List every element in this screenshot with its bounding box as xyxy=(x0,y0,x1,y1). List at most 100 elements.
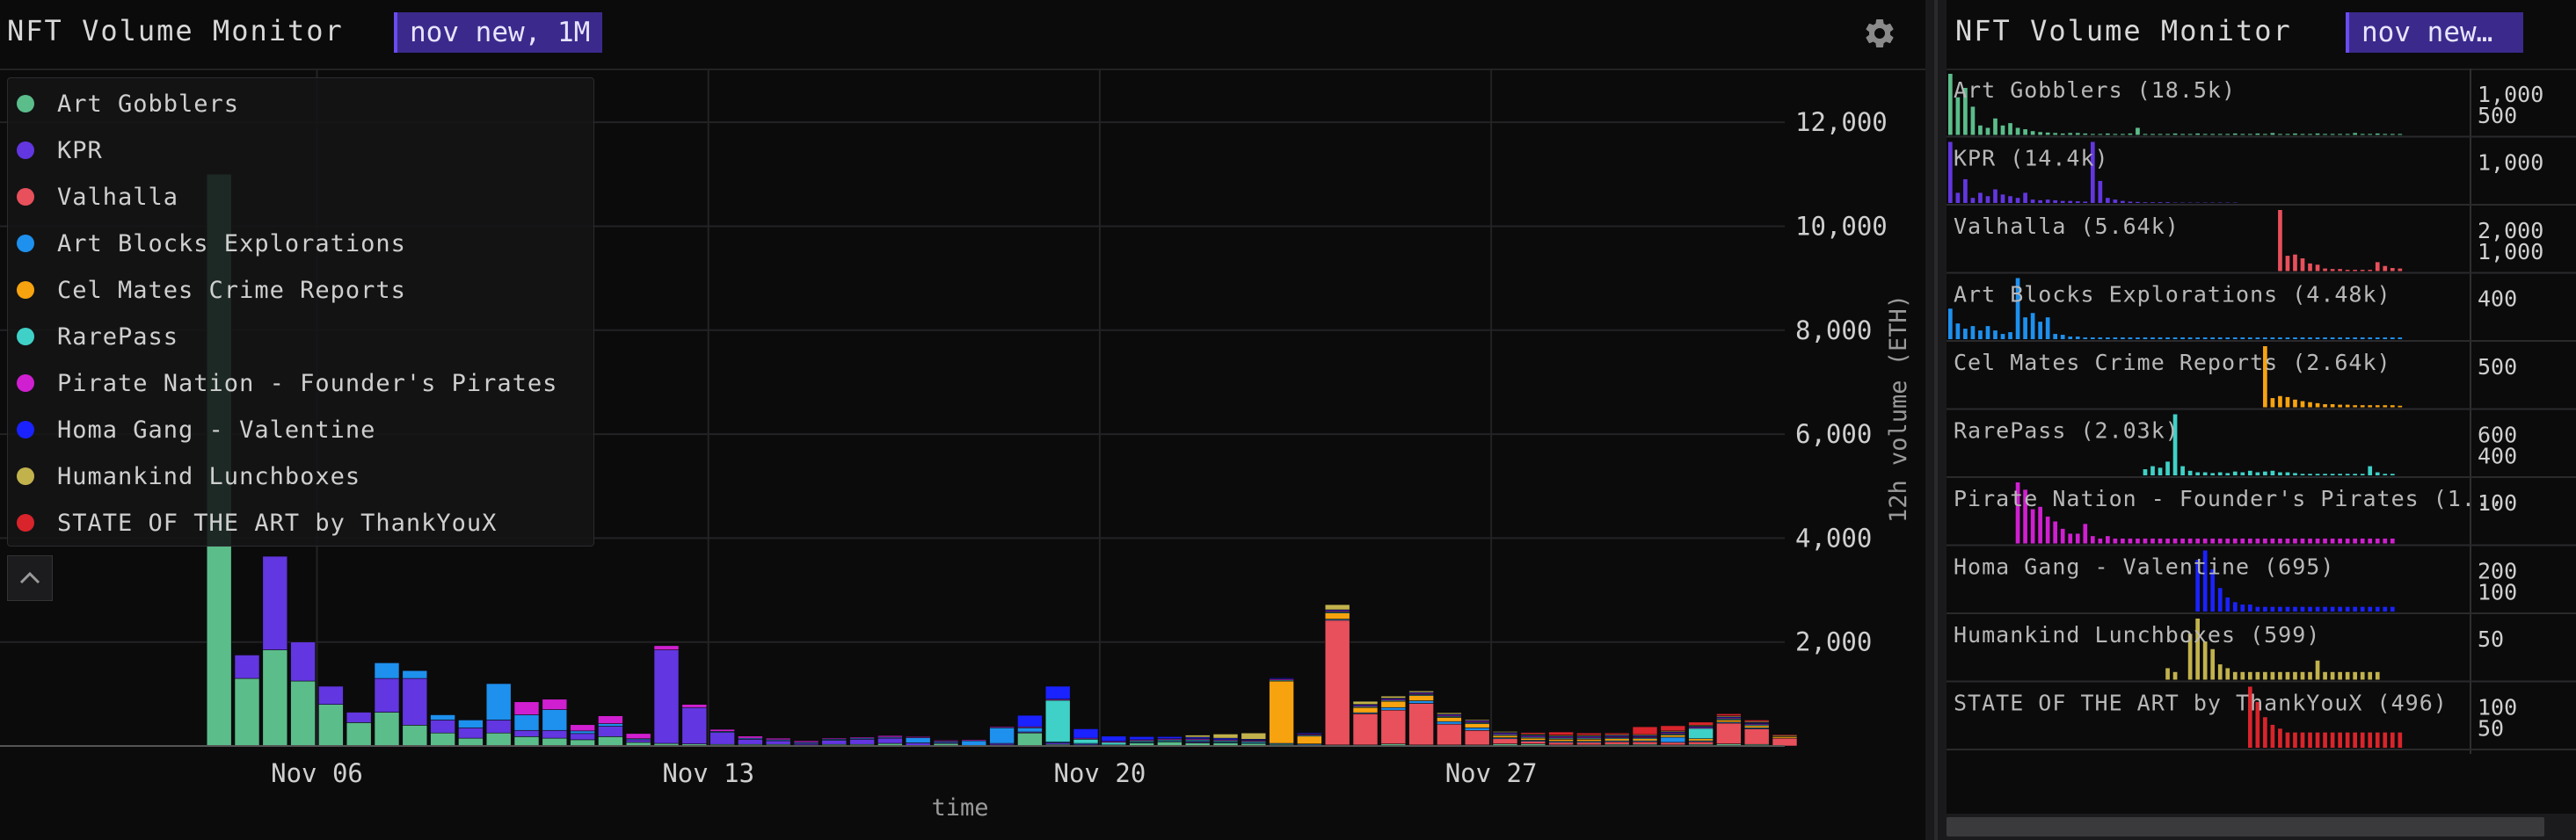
mini-bar[interactable] xyxy=(2330,671,2335,680)
bar-segment[interactable] xyxy=(290,641,316,682)
bar-segment[interactable] xyxy=(374,677,400,713)
mini-bar[interactable] xyxy=(1955,97,1961,135)
mini-bar[interactable] xyxy=(2187,470,2193,475)
bar-segment[interactable] xyxy=(1017,732,1043,747)
mini-bar[interactable] xyxy=(2128,201,2133,203)
mini-bar[interactable] xyxy=(2330,404,2335,408)
mini-bar[interactable] xyxy=(2263,471,2267,475)
mini-bar[interactable] xyxy=(2338,337,2342,339)
mini-bar[interactable] xyxy=(2255,606,2260,612)
mini-bar[interactable] xyxy=(2255,472,2260,475)
mini-bar[interactable] xyxy=(2038,322,2042,339)
mini-bar[interactable] xyxy=(2232,538,2238,544)
mini-bar[interactable] xyxy=(2308,606,2312,612)
mini-bar[interactable] xyxy=(2143,337,2148,339)
mini-bar[interactable] xyxy=(1963,329,1968,339)
bar-segment[interactable] xyxy=(1241,732,1267,740)
bar-segment[interactable] xyxy=(1520,741,1546,744)
mini-bar[interactable] xyxy=(2330,337,2335,339)
mini-bar[interactable] xyxy=(2000,194,2005,203)
bar-segment[interactable] xyxy=(570,730,595,735)
bar-segment[interactable] xyxy=(542,729,568,739)
bar-segment[interactable] xyxy=(653,649,680,744)
mini-bar[interactable] xyxy=(2338,606,2342,612)
mini-bar[interactable] xyxy=(2263,606,2267,612)
mini-bar[interactable] xyxy=(2038,132,2042,135)
mini-bar[interactable] xyxy=(2098,337,2103,339)
mini-bar[interactable] xyxy=(2187,337,2193,339)
bar-segment[interactable] xyxy=(933,740,959,742)
mini-bar[interactable] xyxy=(2315,474,2320,475)
mini-bar[interactable] xyxy=(2023,129,2027,135)
mini-bar[interactable] xyxy=(2300,538,2305,544)
bar-segment[interactable] xyxy=(1660,725,1686,732)
bar-segment[interactable] xyxy=(989,726,1015,728)
bar-segment[interactable] xyxy=(1604,732,1630,735)
mini-bar[interactable] xyxy=(2345,337,2350,339)
legend-item[interactable]: Humankind Lunchboxes xyxy=(17,459,360,494)
mini-bar[interactable] xyxy=(2060,528,2065,544)
bar-segment[interactable] xyxy=(1743,720,1770,722)
mini-bar[interactable] xyxy=(2360,337,2365,339)
bar-segment[interactable] xyxy=(1660,736,1686,743)
mini-bar[interactable] xyxy=(2353,538,2358,544)
mini-bar[interactable] xyxy=(2083,133,2088,135)
mini-bar[interactable] xyxy=(2255,671,2260,680)
mini-bar[interactable] xyxy=(2345,404,2350,408)
mini-bar[interactable] xyxy=(2030,313,2035,339)
bar-segment[interactable] xyxy=(513,701,540,715)
bar-segment[interactable] xyxy=(1437,717,1462,722)
legend-item[interactable]: Art Blocks Explorations xyxy=(17,226,406,261)
mini-bar[interactable] xyxy=(2195,337,2200,339)
mini-bar[interactable] xyxy=(2202,538,2208,544)
legend-item[interactable]: Homa Gang - Valentine xyxy=(17,412,375,447)
mini-bar[interactable] xyxy=(2285,396,2290,408)
bar-segment[interactable] xyxy=(1464,719,1490,721)
mini-bar[interactable] xyxy=(2398,268,2403,272)
mini-bar[interactable] xyxy=(2225,538,2230,544)
mini-bar[interactable] xyxy=(2068,533,2073,544)
mini-bar[interactable] xyxy=(2383,606,2388,612)
mini-bar[interactable] xyxy=(2008,332,2012,339)
bar-segment[interactable] xyxy=(905,737,931,743)
collapse-legend-button[interactable] xyxy=(7,555,53,601)
bar-segment[interactable] xyxy=(262,649,288,747)
mini-bar[interactable] xyxy=(2240,671,2245,680)
mini-bar[interactable] xyxy=(2338,404,2342,408)
mini-bar[interactable] xyxy=(1978,192,1983,203)
mini-bar[interactable] xyxy=(2121,200,2125,203)
mini-bar[interactable] xyxy=(2300,337,2305,339)
mini-bar[interactable] xyxy=(2330,606,2335,612)
bar-segment[interactable] xyxy=(1437,723,1462,746)
bar-segment[interactable] xyxy=(1101,735,1127,742)
mini-bar[interactable] xyxy=(2390,405,2395,408)
bar-segment[interactable] xyxy=(402,677,428,726)
mini-bar[interactable] xyxy=(2255,133,2260,135)
mini-bar[interactable] xyxy=(2172,337,2178,339)
mini-bar[interactable] xyxy=(2121,538,2125,544)
mini-bar[interactable] xyxy=(2217,472,2223,475)
mini-bar[interactable] xyxy=(2368,466,2373,475)
mini-bar[interactable] xyxy=(2150,202,2155,203)
mini-bar[interactable] xyxy=(1993,330,1997,339)
mini-bar[interactable] xyxy=(2390,606,2395,612)
mini-bar[interactable] xyxy=(2390,268,2395,272)
mini-bar[interactable] xyxy=(2368,671,2373,680)
mini-bar[interactable] xyxy=(2353,337,2358,339)
mini-bar[interactable] xyxy=(2136,127,2140,135)
mini-bar[interactable] xyxy=(2255,538,2260,544)
mini-bar[interactable] xyxy=(2090,337,2095,339)
bar-segment[interactable] xyxy=(877,735,903,738)
mini-bar[interactable] xyxy=(2023,192,2027,203)
mini-bar[interactable] xyxy=(2023,317,2027,339)
mini-bar[interactable] xyxy=(2038,506,2042,544)
mini-bar[interactable] xyxy=(2345,606,2350,612)
mini-bar[interactable] xyxy=(2360,474,2365,475)
mini-bar[interactable] xyxy=(2353,606,2358,612)
mini-bar[interactable] xyxy=(2225,668,2230,680)
bar-segment[interactable] xyxy=(458,720,484,728)
bar-segment[interactable] xyxy=(625,739,651,743)
panel-splitter[interactable] xyxy=(1925,0,1947,840)
mini-bar[interactable] xyxy=(2232,337,2238,339)
mini-bar[interactable] xyxy=(2375,671,2380,680)
